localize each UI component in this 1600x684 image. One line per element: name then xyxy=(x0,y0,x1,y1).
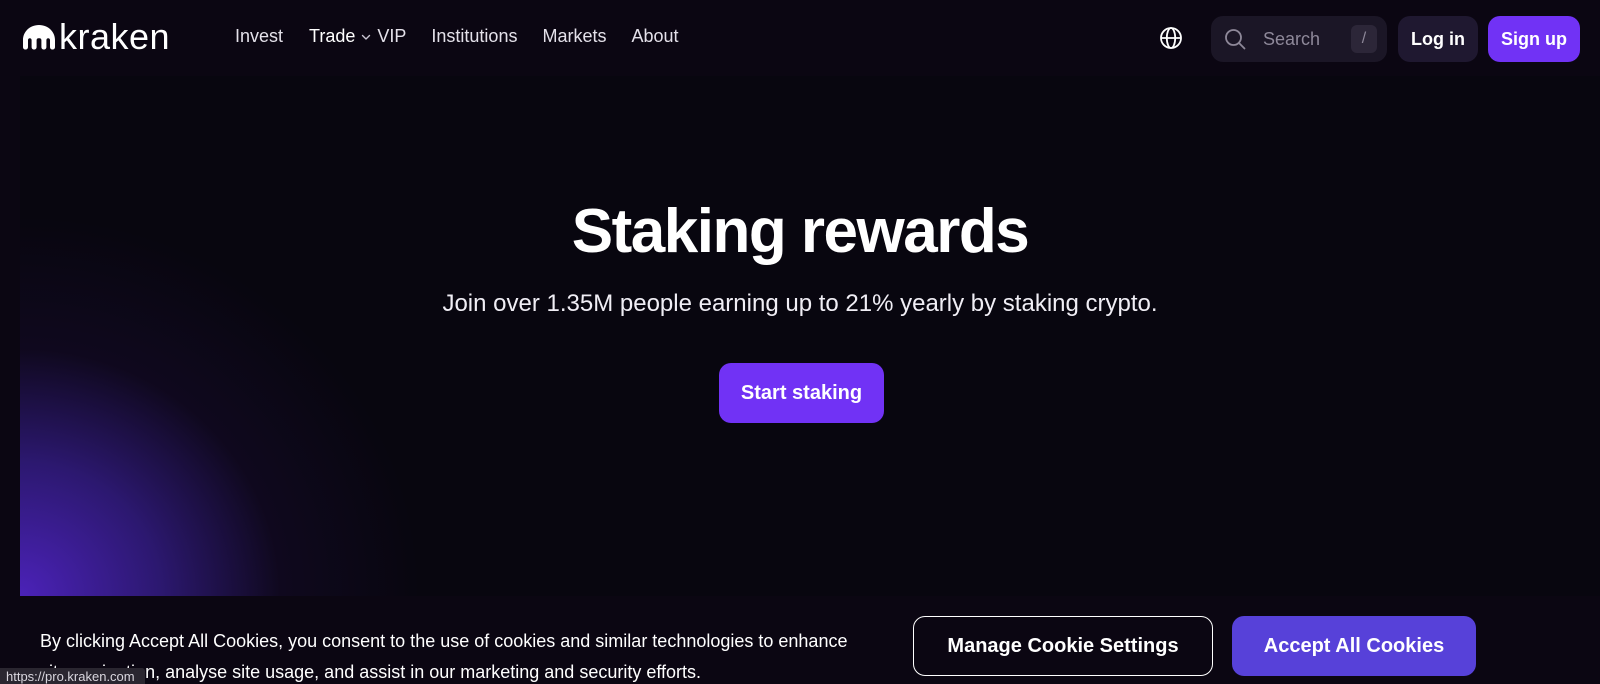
site-header: kraken Invest Trade VIP Institutions Mar… xyxy=(0,0,1600,76)
accept-all-cookies-button[interactable]: Accept All Cookies xyxy=(1232,616,1476,676)
logo-text: kraken xyxy=(59,16,171,57)
nav-institutions[interactable]: Institutions xyxy=(431,26,517,47)
search-input[interactable] xyxy=(1263,28,1353,50)
hero-title: Staking rewards xyxy=(571,197,1030,266)
hero-subtitle: Join over 1.35M people earning up to 21%… xyxy=(442,290,1158,317)
search-box[interactable]: / xyxy=(1211,16,1387,62)
nav-invest[interactable]: Invest xyxy=(235,26,283,47)
signup-button[interactable]: Sign up xyxy=(1488,16,1580,62)
globe-icon[interactable] xyxy=(1159,26,1183,50)
nav-trade[interactable]: Trade xyxy=(309,26,377,47)
search-shortcut-key: / xyxy=(1351,25,1377,53)
kraken-logo-icon xyxy=(23,25,55,50)
nav-vip[interactable]: VIP xyxy=(377,26,406,47)
main-nav: Invest Trade VIP Institutions Markets Ab… xyxy=(235,26,679,47)
manage-cookie-settings-button[interactable]: Manage Cookie Settings xyxy=(913,616,1213,676)
cookie-consent-text: By clicking Accept All Cookies, you cons… xyxy=(40,631,848,682)
nav-markets[interactable]: Markets xyxy=(542,26,606,47)
status-bar-url: https://pro.kraken.com xyxy=(0,668,145,684)
page: kraken Invest Trade VIP Institutions Mar… xyxy=(0,0,1600,684)
nav-about[interactable]: About xyxy=(631,26,678,47)
hero-section xyxy=(20,76,1600,596)
chevron-down-icon xyxy=(362,34,371,40)
nav-trade-label: Trade xyxy=(309,26,356,46)
search-icon xyxy=(1225,29,1246,50)
login-button[interactable]: Log in xyxy=(1398,16,1478,62)
start-staking-button[interactable]: Start staking xyxy=(719,363,884,423)
logo[interactable]: kraken xyxy=(22,16,171,57)
